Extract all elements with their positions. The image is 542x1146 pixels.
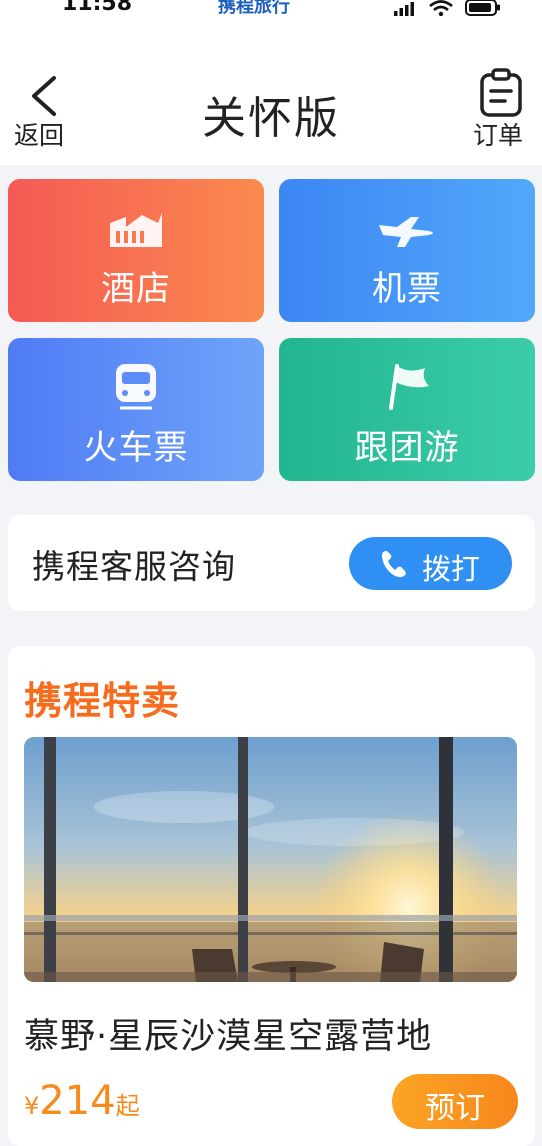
price-suffix: 起 xyxy=(115,1092,140,1120)
airplane-icon xyxy=(379,217,433,247)
tile-tour[interactable]: 跟团游 xyxy=(279,338,535,481)
orders-button[interactable]: 订单 xyxy=(468,66,534,156)
call-button-label: 拨打 xyxy=(422,552,481,586)
tile-flight[interactable]: 机票 xyxy=(279,179,535,322)
customer-service-card: 携程客服咨询 拨打 xyxy=(8,515,535,611)
order-list-icon xyxy=(480,68,522,117)
status-bar: 11:58 携程旅行 xyxy=(0,0,542,22)
tile-hotel-label: 酒店 xyxy=(101,269,171,309)
tile-flight-label: 机票 xyxy=(372,269,442,309)
page-title: 关怀版 xyxy=(202,93,340,144)
tile-hotel[interactable]: 酒店 xyxy=(8,179,264,322)
book-button-label: 预订 xyxy=(425,1091,485,1126)
special-offer-card: 携程特卖 慕野·星辰沙漠星空露营地 ¥214起 预订 xyxy=(8,646,535,1146)
tile-train[interactable]: 火车票 xyxy=(8,338,264,481)
offer-price: ¥214起 xyxy=(24,1078,140,1124)
tile-train-label: 火车票 xyxy=(83,428,189,468)
orders-label: 订单 xyxy=(473,121,524,150)
offer-name: 慕野·星辰沙漠星空露营地 xyxy=(24,1017,433,1057)
book-button[interactable]: 预订 xyxy=(392,1074,518,1129)
battery-icon xyxy=(465,0,500,16)
call-button[interactable]: 拨打 xyxy=(349,537,512,590)
hotel-icon xyxy=(110,213,162,247)
tile-tour-label: 跟团游 xyxy=(354,428,460,468)
price-currency: ¥ xyxy=(24,1092,40,1120)
phone-icon xyxy=(382,551,406,578)
price-value: 214 xyxy=(39,1078,116,1124)
special-offer-title: 携程特卖 xyxy=(24,679,181,723)
status-brand: 携程旅行 xyxy=(218,0,290,17)
customer-service-label: 携程客服咨询 xyxy=(32,547,236,586)
status-time: 11:58 xyxy=(62,0,133,16)
wifi-icon xyxy=(429,0,453,16)
flag-icon xyxy=(389,364,429,410)
offer-photo[interactable] xyxy=(24,737,517,982)
train-icon xyxy=(116,364,156,410)
signal-icon xyxy=(394,2,414,16)
